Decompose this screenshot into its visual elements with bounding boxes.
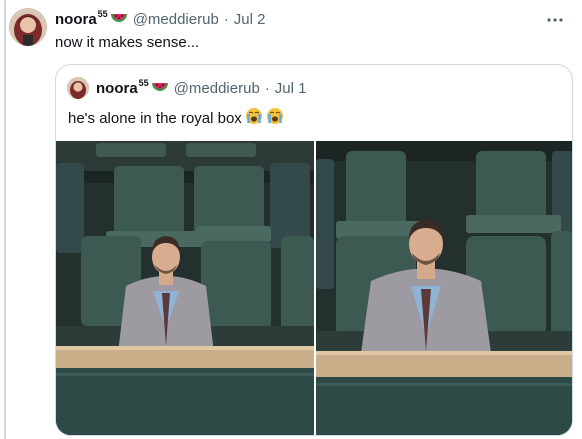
tweet-text: now it makes sense... xyxy=(55,34,200,51)
quote-name-superscript: 55 xyxy=(138,78,149,88)
quote-display-name: noora xyxy=(96,79,138,97)
avatar[interactable] xyxy=(9,8,47,46)
tweet-header: noora 55 @meddierub · Jul 2 xyxy=(55,9,265,29)
separator-dot: · xyxy=(223,10,229,28)
media-grid xyxy=(56,141,572,435)
quote-avatar xyxy=(67,77,89,99)
display-name[interactable]: noora xyxy=(55,11,97,28)
quote-handle: @meddierub xyxy=(173,79,260,97)
handle[interactable]: @meddierub xyxy=(133,11,219,28)
tweet-date[interactable]: Jul 2 xyxy=(234,11,266,28)
name-superscript: 55 xyxy=(97,9,108,19)
photo-right[interactable] xyxy=(316,141,572,435)
quoted-tweet[interactable]: noora 55 @meddierub · Jul 1 he's alone i… xyxy=(55,64,573,436)
watermelon-icon xyxy=(110,11,127,28)
photo-left[interactable] xyxy=(56,141,314,435)
loudly-crying-face-icon xyxy=(266,107,284,129)
quote-text-row: he's alone in the royal box xyxy=(68,107,284,129)
more-horizontal-icon[interactable] xyxy=(546,10,564,28)
watermelon-icon xyxy=(151,80,168,97)
quote-text: he's alone in the royal box xyxy=(68,109,242,127)
quote-header: noora 55 @meddierub · Jul 1 xyxy=(96,78,306,98)
quote-separator-dot: · xyxy=(264,79,270,97)
loudly-crying-face-icon xyxy=(245,107,263,129)
quote-date: Jul 1 xyxy=(274,79,307,97)
thread-line xyxy=(4,0,6,439)
